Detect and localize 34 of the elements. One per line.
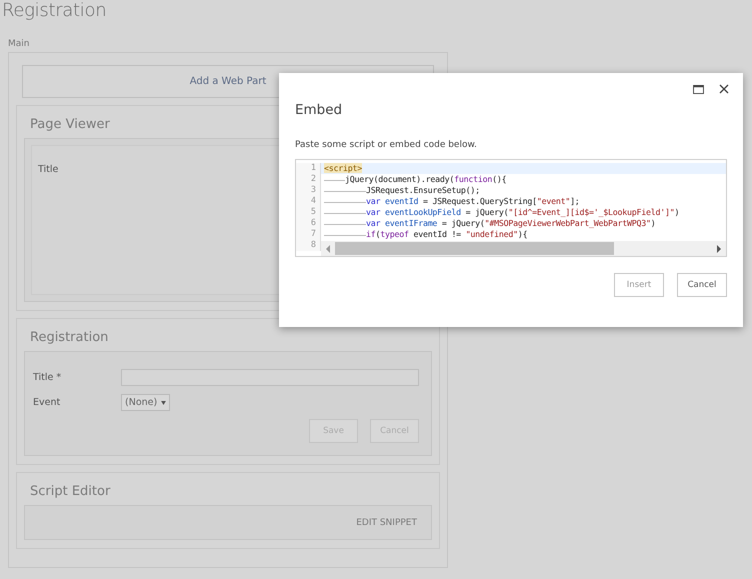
code-line: if(typeof eventId != "undefined"){ (321, 229, 726, 240)
line-number: 3 (296, 185, 321, 196)
code-line: var eventIFrame = jQuery("#MSOPageViewerWebPart_WebPartWPQ3") (321, 218, 726, 229)
instruction-text: Paste some script or embed code below. (295, 139, 478, 151)
line-number: 1 (296, 163, 321, 174)
line-number: 6 (296, 218, 321, 229)
field-label: Event (33, 397, 62, 408)
add-web-part-link[interactable]: Add a Web Part (190, 76, 266, 87)
scrollbar-thumb[interactable] (335, 242, 614, 255)
code-line: var eventId = JSRequest.QueryString["event"]; (321, 196, 726, 207)
scroll-right-icon[interactable] (717, 244, 721, 252)
web-part-title: Registration (30, 330, 108, 345)
line-number: 5 (296, 207, 321, 218)
line-number: 8 (296, 240, 321, 251)
zone-label: Main (8, 39, 30, 50)
line-number: 2 (296, 174, 321, 185)
dialog-button[interactable]: Cancel (677, 273, 727, 297)
text-field[interactable] (120, 369, 419, 386)
web-part-title: Page Viewer (30, 117, 110, 132)
code-line: JSRequest.EnsureSetup(); (321, 185, 726, 196)
horizontal-scrollbar[interactable] (321, 241, 726, 256)
edit-snippet-link[interactable]: EDIT SNIPPET (356, 518, 417, 528)
line-number: 4 (296, 196, 321, 207)
web-part-title: Script Editor (30, 484, 110, 499)
field-label: Title (38, 164, 58, 175)
field-label: Title * (33, 372, 62, 383)
dialog-title: Embed (295, 101, 344, 119)
code-line: var eventLookUpField = jQuery("[id^=Event_][id$='_$LookupField']") (321, 207, 726, 218)
page-title: Registration (1, 0, 108, 22)
dropdown[interactable]: (None) (121, 394, 170, 411)
code-line: jQuery(document).ready(function(){ (321, 174, 726, 185)
code-editor[interactable] (295, 159, 727, 257)
line-number: 7 (296, 229, 321, 240)
caret-icon (161, 400, 166, 404)
